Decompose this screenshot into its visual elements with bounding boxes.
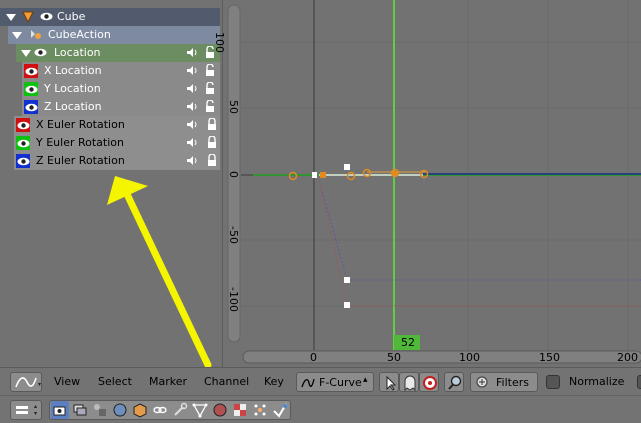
y-tick-label: 50 — [227, 100, 240, 114]
data-mesh-icon[interactable] — [191, 401, 209, 419]
horizontal-scrollbar — [242, 350, 641, 364]
x-tick-label: 150 — [539, 351, 560, 364]
menu-marker[interactable]: Marker — [149, 375, 187, 388]
normalize-checkbox[interactable] — [546, 375, 560, 389]
normalize-label: Normalize — [569, 375, 625, 388]
x-tick-label: 100 — [459, 351, 480, 364]
dotted-curve-red — [318, 179, 641, 307]
editor-type-button[interactable] — [10, 372, 42, 392]
material-icon[interactable] — [211, 401, 229, 419]
scene-icon[interactable] — [91, 401, 109, 419]
keyframe-point — [344, 302, 350, 308]
x-tick-label: 200 — [617, 351, 638, 364]
editor-list-icon — [16, 405, 37, 415]
editor-type-button[interactable] — [10, 400, 42, 420]
y-tick-label: 100 — [213, 32, 226, 53]
filters-label: Filters — [496, 376, 529, 389]
object-cube-icon[interactable] — [131, 401, 149, 419]
cursor-tool-button[interactable] — [379, 372, 399, 392]
mode-dropdown[interactable]: F-Curve ▴ — [296, 372, 374, 392]
menu-view[interactable]: View — [54, 375, 80, 388]
channel-region: Cube CubeAction Location X Location Y Lo… — [0, 0, 222, 367]
keyframe-point — [312, 172, 317, 178]
physics-icon[interactable] — [271, 401, 289, 419]
render-layers-icon[interactable] — [71, 401, 89, 419]
pivot-button[interactable] — [419, 372, 439, 392]
keyframe-point — [392, 171, 398, 176]
menu-key[interactable]: Key — [264, 375, 284, 388]
y-tick-label: 0 — [227, 171, 240, 178]
y-tick-label: -50 — [227, 226, 240, 244]
mode-label: F-Curve — [319, 376, 362, 389]
properties-header — [0, 395, 641, 423]
ghost-curve-button[interactable] — [399, 372, 419, 392]
world-icon[interactable] — [111, 401, 129, 419]
filters-button[interactable]: Filters — [470, 372, 538, 392]
keyframe-point — [320, 172, 326, 178]
partial-button[interactable] — [637, 375, 641, 389]
magnifier-icon — [448, 375, 462, 390]
cursor-icon — [386, 375, 397, 391]
x-tick-label: 0 — [310, 351, 317, 364]
particles-icon[interactable] — [251, 401, 269, 419]
keyframe-point — [344, 277, 350, 283]
ghost-icon — [404, 375, 416, 392]
zoom-button[interactable] — [444, 372, 464, 392]
annotation-arrow — [107, 176, 212, 367]
context-tabs — [49, 400, 291, 420]
plus-circle-icon — [476, 376, 488, 388]
keyframe-point — [344, 164, 350, 170]
dropdown-arrow-icon: ▴ — [363, 375, 368, 385]
graph-region[interactable]: 100 50 0 -50 -100 0 50 100 150 200 52 — [213, 0, 641, 367]
y-tick-label: -100 — [227, 287, 240, 312]
fcurve-icon — [15, 377, 41, 388]
current-frame-label: 52 — [401, 336, 415, 349]
constraints-icon[interactable] — [151, 401, 169, 419]
menu-channel[interactable]: Channel — [204, 375, 249, 388]
render-camera-icon[interactable] — [51, 401, 69, 419]
modifier-wrench-icon[interactable] — [171, 401, 189, 419]
texture-icon[interactable] — [231, 401, 249, 419]
graph-canvas[interactable] — [223, 0, 641, 367]
dotted-curve-blue — [318, 179, 641, 281]
graph-editor-header: View Select Marker Channel Key F-Curve ▴… — [0, 367, 641, 395]
menu-select[interactable]: Select — [98, 375, 132, 388]
fcurve-icon — [301, 378, 315, 388]
pivot-icon — [423, 376, 437, 390]
x-tick-label: 50 — [387, 351, 401, 364]
